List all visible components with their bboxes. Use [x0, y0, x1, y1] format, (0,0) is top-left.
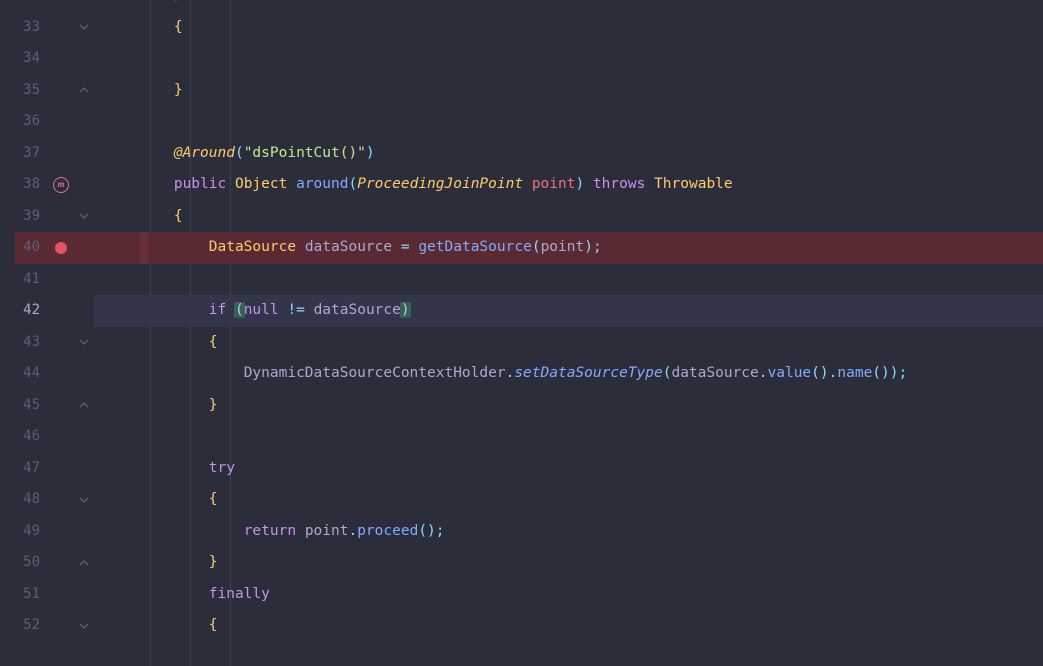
line-number: 38 — [15, 169, 48, 201]
code-text[interactable]: } — [104, 390, 1043, 422]
code-line[interactable]: 39 { — [15, 201, 1043, 233]
fold-collapse-icon[interactable] — [79, 621, 89, 631]
code-text[interactable]: } — [104, 547, 1043, 579]
code-text[interactable]: { — [104, 201, 1043, 233]
line-number: 39 — [15, 201, 48, 233]
code-line[interactable]: 46 — [15, 421, 1043, 453]
line-number: 32 — [15, 0, 48, 12]
line-number: 33 — [15, 12, 48, 44]
breakpoint-icon[interactable] — [55, 242, 67, 254]
code-text[interactable]: { — [104, 12, 1043, 44]
code-line[interactable]: 49 return point.proceed(); — [15, 516, 1043, 548]
gutter-icon-col[interactable]: m — [48, 177, 74, 193]
code-line[interactable]: 34 — [15, 43, 1043, 75]
code-line[interactable]: 40 DataSource dataSource = getDataSource… — [15, 232, 1043, 264]
code-line[interactable]: 52 { — [15, 610, 1043, 642]
code-line[interactable]: 32 public void dsPointCut() — [15, 0, 1043, 12]
line-number: 41 — [15, 264, 48, 296]
line-number: 42 — [15, 295, 48, 327]
code-line[interactable]: 33 { — [15, 12, 1043, 44]
line-number: 44 — [15, 358, 48, 390]
line-number: 50 — [15, 547, 48, 579]
fold-collapse-icon[interactable] — [79, 22, 89, 32]
code-line[interactable]: 35 } — [15, 75, 1043, 107]
code-line[interactable]: 38 m public Object around(ProceedingJoinP… — [15, 169, 1043, 201]
code-text[interactable]: { — [104, 484, 1043, 516]
fold-gutter[interactable] — [74, 337, 94, 347]
line-number: 34 — [15, 43, 48, 75]
left-margin-strip — [0, 0, 15, 666]
line-number: 51 — [15, 579, 48, 611]
code-text[interactable]: try — [104, 453, 1043, 485]
code-line[interactable]: 44 DynamicDataSourceContextHolder.setDat… — [15, 358, 1043, 390]
fold-gutter[interactable] — [74, 85, 94, 95]
fold-gutter[interactable] — [74, 558, 94, 568]
line-number: 36 — [15, 106, 48, 138]
line-number: 43 — [15, 327, 48, 359]
code-text[interactable]: DataSource dataSource = getDataSource(po… — [104, 232, 1043, 264]
code-text[interactable]: { — [104, 610, 1043, 642]
fold-gutter[interactable] — [74, 621, 94, 631]
line-number: 40 — [15, 232, 48, 264]
code-line[interactable]: 48 { — [15, 484, 1043, 516]
fold-collapse-icon[interactable] — [79, 495, 89, 505]
code-text[interactable]: public void dsPointCut() — [104, 0, 1043, 12]
fold-expand-icon[interactable] — [79, 400, 89, 410]
code-line[interactable]: 50 } — [15, 547, 1043, 579]
code-text[interactable]: } — [104, 75, 1043, 107]
code-line[interactable]: 36 — [15, 106, 1043, 138]
code-line[interactable]: 45 } — [15, 390, 1043, 422]
fold-collapse-icon[interactable] — [79, 337, 89, 347]
code-line[interactable]: 42 if (null != dataSource) — [15, 295, 1043, 327]
fold-gutter[interactable] — [74, 22, 94, 32]
code-text[interactable]: @Around("dsPointCut()") — [104, 138, 1043, 170]
code-line[interactable]: 41 — [15, 264, 1043, 296]
line-number: 45 — [15, 390, 48, 422]
line-number: 49 — [15, 516, 48, 548]
line-number: 52 — [15, 610, 48, 642]
code-text[interactable]: public Object around(ProceedingJoinPoint… — [104, 169, 1043, 201]
fold-gutter[interactable] — [74, 211, 94, 221]
line-number: 48 — [15, 484, 48, 516]
code-editor[interactable]: 32 public void dsPointCut()33 {3435 }363… — [15, 0, 1043, 666]
fold-gutter[interactable] — [74, 400, 94, 410]
fold-gutter[interactable] — [74, 495, 94, 505]
code-text[interactable]: { — [104, 327, 1043, 359]
fold-expand-icon[interactable] — [79, 558, 89, 568]
code-line[interactable]: 37 @Around("dsPointCut()") — [15, 138, 1043, 170]
override-method-icon[interactable]: m — [53, 177, 69, 193]
fold-collapse-icon[interactable] — [79, 211, 89, 221]
line-number: 35 — [15, 75, 48, 107]
code-line[interactable]: 43 { — [15, 327, 1043, 359]
line-number: 47 — [15, 453, 48, 485]
code-text[interactable]: DynamicDataSourceContextHolder.setDataSo… — [104, 358, 1043, 390]
code-text[interactable]: if (null != dataSource) — [104, 295, 1043, 327]
code-line[interactable]: 47 try — [15, 453, 1043, 485]
code-text[interactable]: return point.proceed(); — [104, 516, 1043, 548]
line-number: 37 — [15, 138, 48, 170]
gutter-icon-col[interactable] — [48, 242, 74, 254]
editor-root: 32 public void dsPointCut()33 {3435 }363… — [0, 0, 1043, 666]
code-text[interactable]: finally — [104, 579, 1043, 611]
fold-expand-icon[interactable] — [79, 85, 89, 95]
line-number: 46 — [15, 421, 48, 453]
code-line[interactable]: 51 finally — [15, 579, 1043, 611]
